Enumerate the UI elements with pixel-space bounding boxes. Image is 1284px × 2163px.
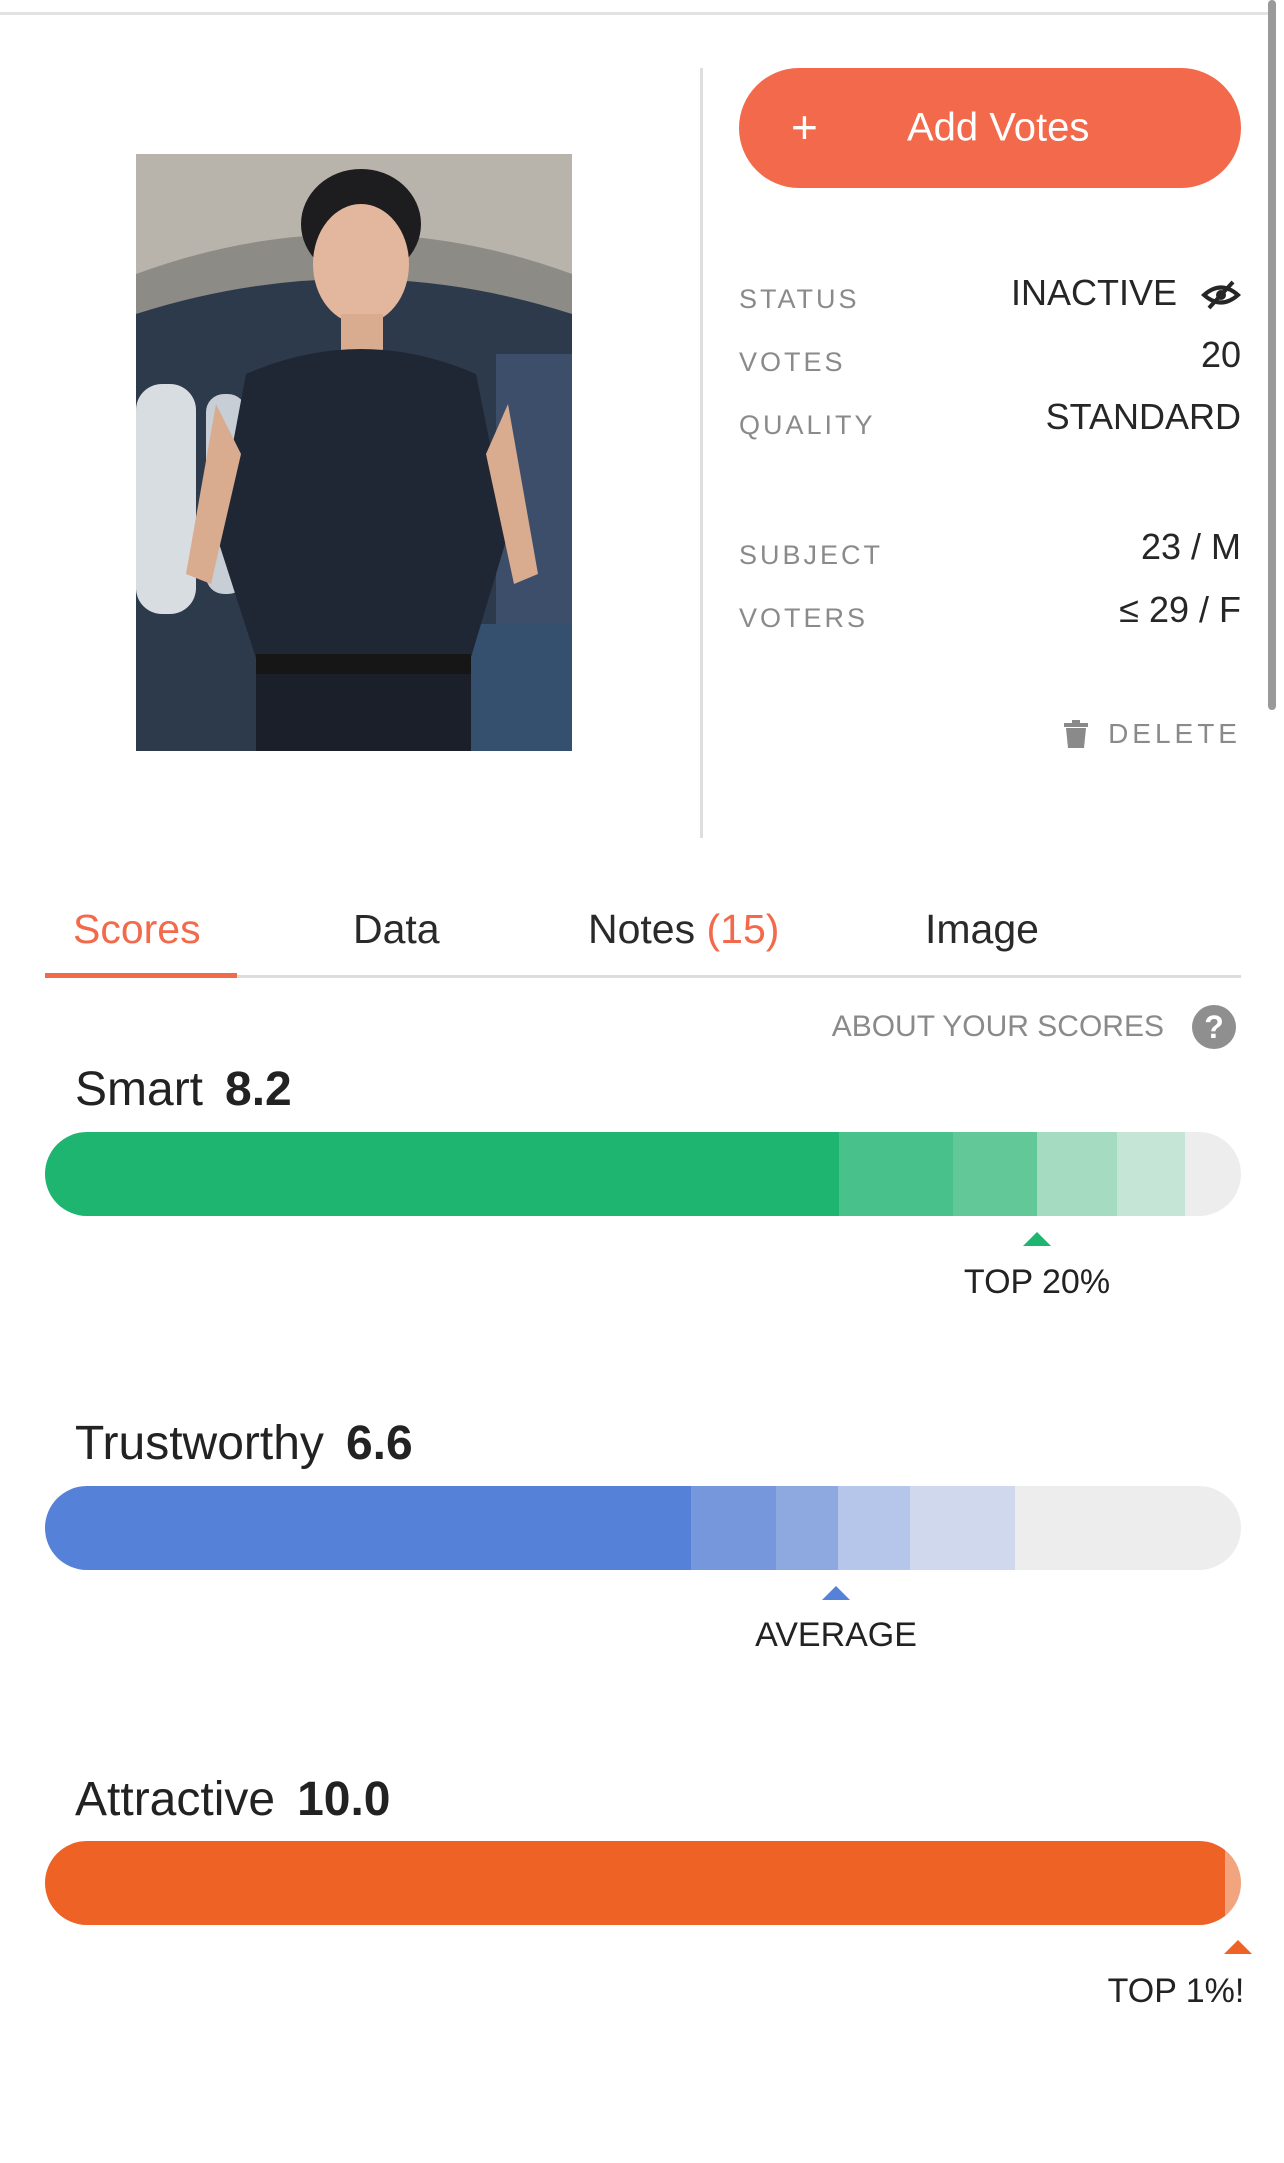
voters-label: VOTERS <box>739 603 869 633</box>
quality-value: STANDARD <box>1045 396 1241 437</box>
add-votes-label: Add Votes <box>907 105 1090 150</box>
bar-fill <box>45 1841 1225 1925</box>
bar-band <box>953 1132 1037 1216</box>
score-marker-attractive <box>1224 1940 1252 1954</box>
delete-button[interactable]: DELETE <box>1064 718 1241 750</box>
votes-value: 20 <box>1200 334 1241 375</box>
bar-band <box>1037 1132 1117 1216</box>
score-bar-trustworthy <box>45 1486 1241 1570</box>
score-title-smart: Smart 8.2 <box>75 1062 292 1117</box>
bar-band <box>691 1486 776 1570</box>
score-name: Attractive <box>75 1773 276 1826</box>
votes-label: VOTES <box>739 347 846 377</box>
bar-band <box>838 1486 910 1570</box>
delete-label: DELETE <box>1108 718 1241 749</box>
active-tab-indicator <box>45 973 237 978</box>
score-value: 6.6 <box>345 1417 413 1470</box>
tab-notes-label: Notes <box>588 906 696 952</box>
top-divider <box>0 12 1270 15</box>
score-title-trustworthy: Trustworthy 6.6 <box>75 1416 413 1471</box>
marker-label-trustworthy: AVERAGE <box>755 1616 917 1654</box>
marker-label-smart: TOP 20% <box>963 1263 1111 1301</box>
subject-photo <box>136 154 572 751</box>
bar-band <box>1225 1841 1241 1925</box>
score-value: 8.2 <box>225 1063 292 1116</box>
bar-fill <box>45 1486 691 1570</box>
tab-bar: Scores Data Notes (15) Image <box>45 900 1241 978</box>
bar-band <box>910 1486 1015 1570</box>
score-marker-smart <box>1023 1232 1051 1246</box>
about-scores-link[interactable]: ABOUT YOUR SCORES ? <box>832 1005 1236 1049</box>
quality-label: QUALITY <box>739 410 876 440</box>
score-value: 10.0 <box>297 1773 391 1826</box>
score-bar-attractive <box>45 1841 1241 1925</box>
marker-label-attractive: TOP 1%! <box>1107 1972 1245 2010</box>
tab-data[interactable]: Data <box>353 906 440 953</box>
score-bar-smart <box>45 1132 1241 1216</box>
bar-band <box>776 1486 838 1570</box>
about-scores-label: ABOUT YOUR SCORES <box>831 1010 1164 1043</box>
add-votes-button[interactable]: + Add Votes <box>739 68 1241 188</box>
status-text: INACTIVE <box>1010 272 1177 313</box>
tab-scores[interactable]: Scores <box>73 906 201 953</box>
vertical-divider <box>700 68 703 838</box>
notes-count-badge: (15) <box>706 906 780 952</box>
status-value: INACTIVE <box>1011 272 1241 314</box>
bar-band <box>839 1132 953 1216</box>
tab-image[interactable]: Image <box>925 906 1039 953</box>
plus-icon: + <box>791 100 818 153</box>
subject-value: 23 / M <box>1140 526 1241 567</box>
scrollbar[interactable] <box>1268 0 1276 710</box>
trash-icon <box>1064 720 1089 748</box>
score-name: Trustworthy <box>75 1417 324 1470</box>
score-marker-trustworthy <box>822 1586 850 1600</box>
voters-value: ≤ 29 / F <box>1119 589 1241 630</box>
tab-notes[interactable]: Notes (15) <box>588 906 779 953</box>
subject-label: SUBJECT <box>739 540 884 570</box>
score-title-attractive: Attractive 10.0 <box>75 1772 390 1827</box>
score-name: Smart <box>75 1063 204 1116</box>
bar-band <box>1117 1132 1185 1216</box>
bar-fill <box>45 1132 839 1216</box>
question-circle-icon[interactable]: ? <box>1192 1005 1236 1049</box>
status-label: STATUS <box>739 284 860 314</box>
eye-off-icon[interactable] <box>1201 280 1241 310</box>
